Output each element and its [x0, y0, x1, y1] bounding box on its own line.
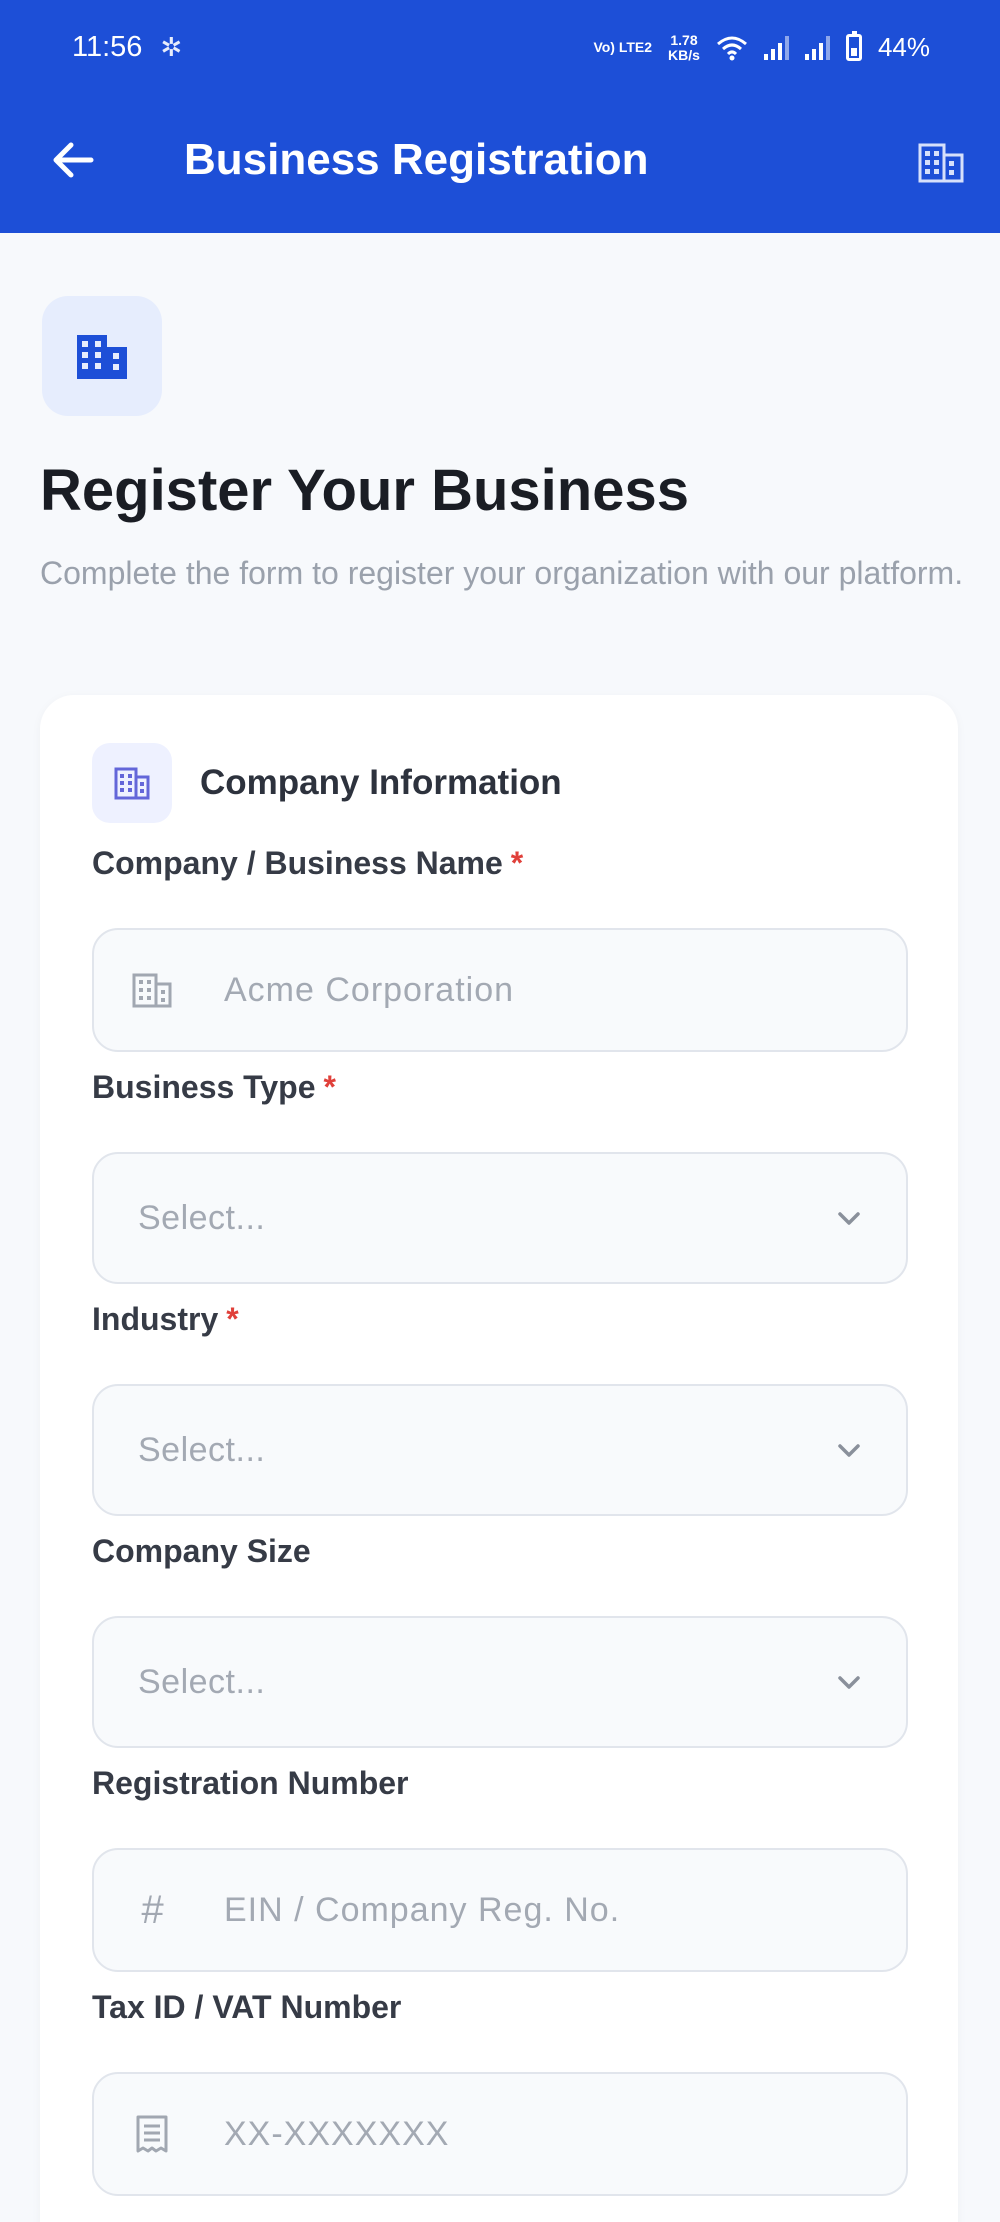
company-size-label-text: Company Size — [92, 1533, 311, 1569]
chevron-down-icon — [838, 1444, 860, 1457]
settings-sync-icon: ✲ — [160, 32, 183, 62]
building-icon — [77, 335, 127, 379]
status-indicators: Vo) LTE2 1.78 KB/s 44% — [593, 31, 930, 63]
section-icon-tile — [92, 743, 172, 823]
industry-label-text: Industry — [92, 1301, 219, 1337]
page-title: Register Your Business — [40, 458, 689, 523]
company-size-label: Company Size — [92, 1531, 311, 1571]
industry-value: Select... — [138, 1430, 266, 1469]
network-speed: 1.78 KB/s — [668, 31, 700, 63]
wifi-icon — [716, 36, 747, 60]
business-type-label: Business Type * — [92, 1067, 336, 1107]
battery-icon — [845, 31, 862, 61]
signal-strength-icon-sim2 — [804, 35, 830, 60]
registration-number-label-text: Registration Number — [92, 1765, 409, 1801]
app-bar: Business Registration — [0, 95, 1000, 233]
signal-strength-icon — [763, 35, 789, 60]
required-marker: * — [226, 1301, 239, 1337]
app-bar-title: Business Registration — [184, 135, 649, 184]
tax-id-field[interactable] — [92, 2072, 908, 2196]
hash-icon: # — [140, 1887, 164, 1932]
company-information-card: Company Information Company / Business N… — [40, 695, 958, 2222]
tax-id-label-text: Tax ID / VAT Number — [92, 1989, 402, 2025]
company-size-value: Select... — [138, 1662, 266, 1701]
page-subtitle: Complete the form to register your organ… — [40, 555, 964, 591]
receipt-icon — [130, 2112, 174, 2156]
network-speed-unit: KB/s — [668, 46, 700, 63]
registration-number-field[interactable]: # — [92, 1848, 908, 1972]
chevron-down-icon — [838, 1676, 860, 1689]
tax-id-input[interactable] — [224, 2074, 876, 2194]
company-name-label: Company / Business Name * — [92, 843, 523, 883]
arrow-left-icon — [53, 142, 94, 178]
industry-select[interactable]: Select... — [92, 1384, 908, 1516]
status-bar: 11:56 ✲ Vo) LTE2 1.78 KB/s 44% — [0, 0, 1000, 95]
business-type-value: Select... — [138, 1198, 266, 1237]
company-name-field[interactable] — [92, 928, 908, 1052]
business-type-select[interactable]: Select... — [92, 1152, 908, 1284]
building-icon — [918, 143, 964, 183]
battery-percentage: 44% — [877, 32, 930, 62]
chevron-down-icon — [838, 1212, 860, 1225]
registration-number-label: Registration Number — [92, 1763, 408, 1803]
required-marker: * — [323, 1069, 336, 1105]
business-type-label-text: Business Type — [92, 1069, 316, 1105]
section-header: Company Information — [92, 743, 562, 823]
building-icon — [114, 767, 150, 800]
tax-id-label: Tax ID / VAT Number — [92, 1987, 401, 2027]
industry-label: Industry * — [92, 1299, 239, 1339]
volte-indicator: Vo) LTE2 — [593, 39, 653, 55]
network-speed-value: 1.78 — [670, 31, 698, 48]
hero-icon-tile — [42, 296, 162, 416]
status-time: 11:56 — [72, 31, 143, 63]
section-title: Company Information — [200, 763, 562, 802]
company-name-label-text: Company / Business Name — [92, 845, 503, 881]
required-marker: * — [510, 845, 524, 881]
registration-number-input[interactable] — [224, 1850, 876, 1970]
building-icon — [130, 968, 174, 1012]
company-size-select[interactable]: Select... — [92, 1616, 908, 1748]
back-button[interactable] — [48, 135, 98, 185]
company-name-input[interactable] — [224, 930, 876, 1050]
